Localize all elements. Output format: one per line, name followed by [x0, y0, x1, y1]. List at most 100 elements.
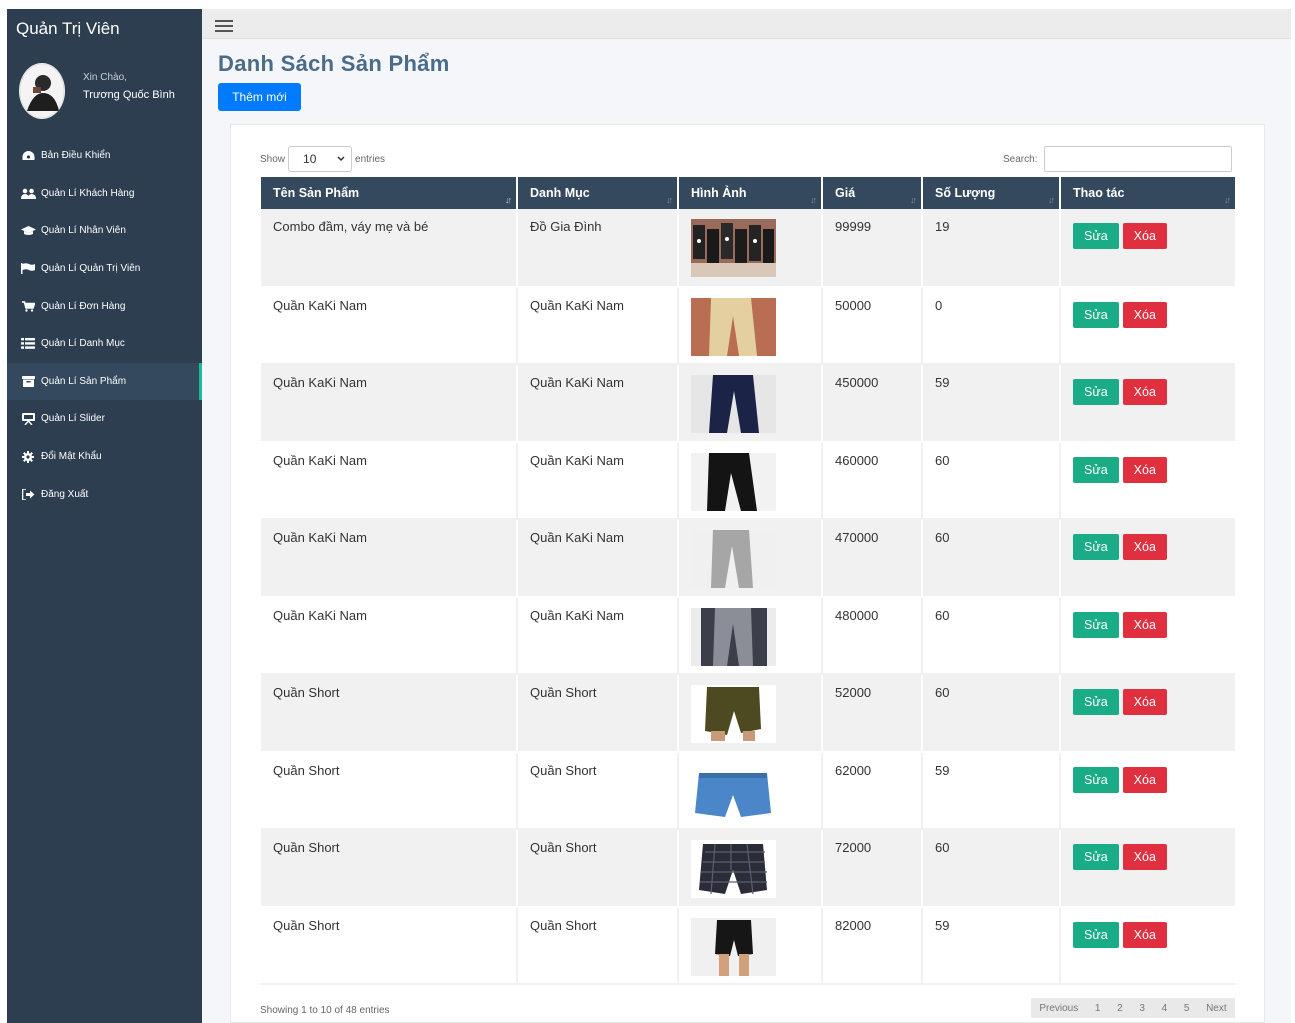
category-cell: Quần Short	[517, 751, 679, 830]
delete-button[interactable]: Xóa	[1122, 223, 1167, 249]
category-cell: Quần Short	[517, 906, 679, 985]
sidebar-item-4[interactable]: Quản Lí Đơn Hàng	[7, 287, 202, 325]
quantity-cell: 60	[922, 596, 1061, 675]
sidebar-item-label: Quản Lí Danh Mục	[41, 338, 125, 350]
category-cell: Đồ Gia Đình	[517, 209, 679, 288]
quantity-cell: 60	[922, 519, 1061, 598]
column-header[interactable]: Tên Sản Phẩm ↓↑	[261, 177, 518, 209]
sort-icon: ↓↑	[1224, 195, 1231, 205]
entries-label: entries	[355, 153, 386, 165]
edit-button[interactable]: Sửa	[1073, 766, 1119, 793]
sidebar-item-label: Quản Lí Slider	[41, 413, 105, 425]
add-new-button[interactable]: Thêm mới	[218, 83, 301, 111]
table-row: Quần Short Quần Short 82000 59 Sửa Xóa	[261, 906, 1235, 985]
product-image-cell	[678, 674, 823, 753]
sidebar-item-0[interactable]: Bản Điều Khiển	[7, 137, 202, 175]
sort-icon: ↓↑	[1048, 195, 1055, 205]
product-name-cell: Quần KaKi Nam	[261, 441, 518, 520]
table-row: Combo đầm, váy mẹ và bé Đồ Gia Đình 99999 1…	[261, 209, 1235, 288]
quantity-cell: 59	[922, 906, 1061, 985]
quantity-cell: 19	[922, 209, 1061, 288]
search-input[interactable]	[1044, 146, 1233, 172]
edit-button[interactable]: Sửa	[1073, 456, 1119, 483]
flag-icon	[19, 262, 37, 276]
sidebar-item-label: Bản Điều Khiển	[41, 150, 111, 162]
delete-button[interactable]: Xóa	[1122, 534, 1167, 560]
product-name-cell: Quần Short	[261, 906, 518, 985]
table-row: Quần KaKi Nam Quần KaKi Nam 50000 0 Sửa Xóa	[261, 286, 1235, 365]
edit-button[interactable]: Sửa	[1073, 223, 1119, 249]
edit-button[interactable]: Sửa	[1073, 689, 1119, 715]
delete-button[interactable]: Xóa	[1122, 611, 1167, 638]
graduation-cap-icon	[19, 224, 37, 238]
entries-length-control: Show 10 entries	[260, 146, 385, 172]
sidebar-item-8[interactable]: Đổi Mật Khẩu	[7, 438, 202, 476]
column-header-label: Số Lượng	[935, 186, 996, 200]
edit-button[interactable]: Sửa	[1073, 379, 1119, 405]
delete-button[interactable]: Xóa	[1122, 689, 1167, 715]
sidebar-item-3[interactable]: Quản Lí Quản Trị Viên	[7, 250, 202, 288]
next-page-button[interactable]: Next	[1206, 1003, 1227, 1014]
price-cell: 450000	[822, 364, 923, 443]
sidebar-item-label: Quản Lí Quản Trị Viên	[41, 263, 141, 275]
page-button-2[interactable]: 2	[1117, 1003, 1123, 1014]
column-header[interactable]: Số Lượng ↓↑	[922, 177, 1061, 209]
delete-button[interactable]: Xóa	[1122, 921, 1167, 948]
page-button-5[interactable]: 5	[1184, 1003, 1190, 1014]
users-icon	[19, 186, 37, 200]
sort-icon: ↓↑	[666, 195, 673, 205]
column-header[interactable]: Hình Ảnh ↓↑	[678, 177, 823, 209]
sign-out-icon	[19, 487, 37, 501]
list-icon	[19, 337, 37, 351]
actions-cell: Sửa Xóa	[1060, 364, 1235, 443]
entries-select[interactable]: 10	[288, 146, 353, 172]
delete-button[interactable]: Xóa	[1122, 844, 1167, 870]
quantity-cell: 60	[922, 674, 1061, 753]
product-name-cell: Quần KaKi Nam	[261, 596, 518, 675]
column-header[interactable]: Danh Mục ↓↑	[517, 177, 679, 209]
sidebar-item-label: Đăng Xuất	[41, 488, 89, 500]
sidebar-item-7[interactable]: Quản Lí Slider	[7, 400, 202, 438]
delete-button[interactable]: Xóa	[1122, 456, 1167, 483]
edit-button[interactable]: Sửa	[1073, 844, 1119, 870]
product-image	[691, 297, 821, 356]
product-name-cell: Quần KaKi Nam	[261, 364, 518, 443]
greeting-text: Xin Chào,	[83, 72, 127, 83]
edit-button[interactable]: Sửa	[1073, 301, 1119, 328]
sidebar-item-5[interactable]: Quản Lí Danh Mục	[7, 325, 202, 363]
delete-button[interactable]: Xóa	[1122, 301, 1167, 328]
delete-button[interactable]: Xóa	[1122, 766, 1167, 793]
column-header[interactable]: Giá ↓↑	[822, 177, 923, 209]
column-header-label: Giá	[835, 186, 856, 200]
delete-button[interactable]: Xóa	[1122, 379, 1167, 405]
sidebar-item-2[interactable]: Quản Lí Nhân Viên	[7, 212, 202, 250]
edit-button[interactable]: Sửa	[1073, 534, 1119, 560]
sidebar-item-label: Quản Lí Sản Phẩm	[41, 375, 127, 387]
product-image-cell	[678, 751, 823, 830]
table-row: Quần Short Quần Short 62000 59 Sửa Xóa	[261, 751, 1235, 830]
product-image	[691, 452, 821, 511]
sidebar-item-9[interactable]: Đăng Xuất	[7, 475, 202, 513]
previous-page-button[interactable]: Previous	[1039, 1003, 1078, 1014]
price-cell: 52000	[822, 674, 923, 753]
search-control: Search:	[1003, 146, 1233, 172]
quantity-cell: 60	[922, 441, 1061, 520]
edit-button[interactable]: Sửa	[1073, 921, 1119, 948]
sidebar: Quản Trị Viên Xin Chào, Trương Quốc Bình…	[7, 9, 202, 1023]
product-image-cell	[678, 906, 823, 985]
pagination: Previous 1 2 3 4 5 Next	[1031, 998, 1235, 1018]
presentation-icon	[19, 412, 37, 426]
sidebar-item-6[interactable]: Quản Lí Sản Phẩm	[7, 362, 202, 401]
edit-button[interactable]: Sửa	[1073, 611, 1119, 638]
page-button-1[interactable]: 1	[1095, 1003, 1101, 1014]
page-button-4[interactable]: 4	[1162, 1003, 1168, 1014]
menu-toggle-icon[interactable]	[215, 20, 233, 34]
product-image-cell	[678, 519, 823, 598]
sidebar-item-1[interactable]: Quản Lí Khách Hàng	[7, 175, 202, 213]
category-cell: Quần KaKi Nam	[517, 519, 679, 598]
page-button-3[interactable]: 3	[1139, 1003, 1145, 1014]
product-image-cell	[678, 364, 823, 443]
column-header[interactable]: Thao tác ↓↑	[1060, 177, 1235, 209]
category-cell: Quần Short	[517, 674, 679, 753]
quantity-cell: 59	[922, 751, 1061, 830]
